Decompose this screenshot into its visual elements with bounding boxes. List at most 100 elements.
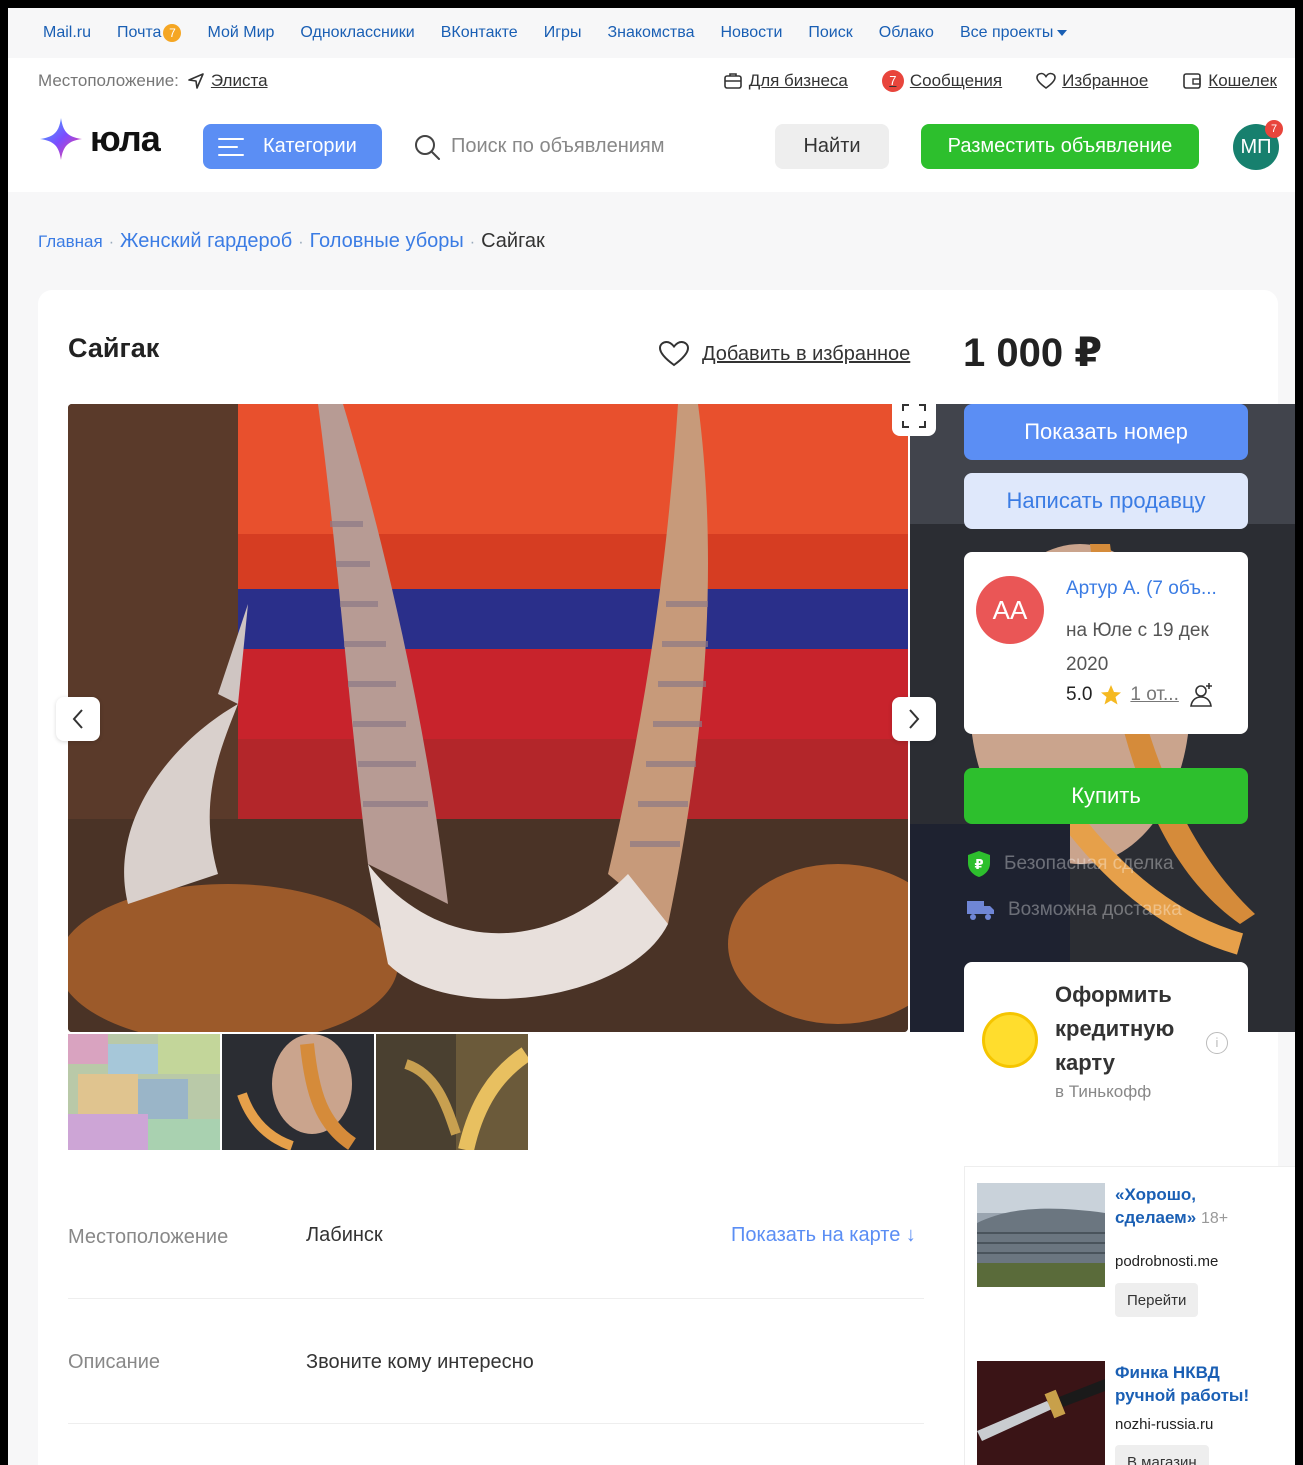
ad-title-text: «Хорошо, сделаем»: [1115, 1185, 1197, 1227]
location-row-label: Местоположение: [68, 1226, 229, 1248]
heart-icon: [1036, 72, 1056, 89]
ad-go-button[interactable]: Перейти: [1115, 1283, 1199, 1317]
location-city[interactable]: Элиста: [211, 71, 268, 91]
prev-photo-button[interactable]: [56, 697, 100, 741]
delivery-feature: Возможна доставка: [966, 898, 1182, 922]
portal-link-news[interactable]: Новости: [720, 24, 782, 42]
breadcrumb-home[interactable]: Главная: [38, 232, 103, 252]
building-photo: [977, 1183, 1105, 1287]
portal-link-cloud[interactable]: Облако: [879, 24, 934, 42]
ad-image: [977, 1361, 1105, 1465]
find-button[interactable]: Найти: [775, 124, 889, 169]
location-label: Местоположение:: [38, 71, 179, 90]
user-avatar[interactable]: МП 7: [1233, 120, 1283, 170]
divider: [68, 1423, 924, 1424]
credit-card-offer[interactable]: Оформить кредитную карту в Тинькофф i: [964, 962, 1248, 1122]
search-icon: [415, 134, 440, 160]
breadcrumb-current: Сайгак: [481, 230, 545, 252]
search-input[interactable]: Поиск по объявлениям: [413, 124, 768, 169]
seller-name[interactable]: Артур А. (7 объ...: [1066, 578, 1217, 600]
ad-image: [977, 1183, 1105, 1287]
thumbnail-image: [68, 1034, 220, 1150]
age-rating: 18+: [1200, 1210, 1229, 1227]
portal-link-dating[interactable]: Знакомства: [607, 24, 694, 42]
favorites-link[interactable]: Избранное: [1036, 71, 1148, 91]
top-links: Для бизнеса 7 Сообщения Избранное Кошеле…: [723, 68, 1277, 94]
business-link[interactable]: Для бизнеса: [723, 71, 848, 91]
next-photo-button[interactable]: [892, 697, 936, 741]
description-row-value: Звоните кому интересно: [306, 1351, 534, 1373]
portal-link-ok[interactable]: Одноклассники: [300, 24, 414, 42]
breadcrumb-separator: ·: [298, 234, 304, 251]
thumbnail[interactable]: [68, 1034, 220, 1150]
show-number-button[interactable]: Показать номер: [964, 404, 1248, 460]
portal-link-moimir[interactable]: Мой Мир: [207, 24, 274, 42]
search-placeholder: Поиск по объявлениям: [451, 135, 665, 157]
wallet-icon: [1183, 73, 1202, 89]
ads-block: «Хорошо, сделаем» 18+ podrobnosti.me Пер…: [964, 1166, 1295, 1465]
portal-link-label: Все проекты: [959, 24, 1054, 41]
thumbnail-image: [376, 1034, 528, 1150]
wallet-link[interactable]: Кошелек: [1182, 71, 1277, 91]
listing-title: Сайгак: [68, 333, 160, 363]
thumbnail[interactable]: [222, 1034, 374, 1150]
portal-link-vk[interactable]: ВКонтакте: [441, 24, 518, 42]
portal-link-all-projects[interactable]: Все проекты: [959, 24, 1068, 42]
seller-card[interactable]: АА Артур А. (7 объ... на Юле с 19 дек 20…: [964, 552, 1248, 734]
chevron-left-icon: [72, 709, 83, 729]
thumbnail-image: [222, 1034, 374, 1150]
svg-text:₽: ₽: [974, 858, 983, 873]
seller-rating: 5.0 1 от...: [1066, 680, 1217, 710]
breadcrumb-womens-wardrobe[interactable]: Женский гардероб: [120, 230, 292, 253]
show-on-map-link[interactable]: Показать на карте ↓: [731, 1224, 916, 1247]
categories-label: Категории: [263, 135, 357, 157]
saiga-horns-photo: [68, 404, 908, 1032]
safe-deal-feature: ₽ Безопасная сделка: [966, 850, 1174, 878]
ad-item[interactable]: Финка НКВД ручной работы! nozhi-russia.r…: [977, 1361, 1295, 1465]
avatar-initials: МП: [1240, 135, 1272, 158]
thumbnail[interactable]: [376, 1034, 528, 1150]
briefcase-icon: [723, 73, 742, 89]
messages-badge: 7: [881, 70, 904, 92]
write-seller-button[interactable]: Написать продавцу: [964, 473, 1248, 529]
ad-go-button[interactable]: В магазин: [1115, 1445, 1209, 1465]
reviews-link[interactable]: 1 от...: [1130, 684, 1178, 706]
ad-domain: nozhi-russia.ru: [1115, 1416, 1214, 1433]
ad-domain: podrobnosti.me: [1115, 1253, 1219, 1270]
breadcrumb-headwear[interactable]: Головные уборы: [310, 230, 464, 253]
seller-since: на Юле с 19 дек 2020: [1066, 620, 1209, 675]
navigation-arrow-icon: [188, 73, 204, 89]
page-frame: Mail.ru Почта 7 Мой Мир Одноклассники ВКо…: [8, 8, 1295, 1465]
portal-link-search[interactable]: Поиск: [808, 24, 852, 42]
knife-photo: [977, 1361, 1105, 1465]
fullscreen-button[interactable]: [892, 396, 936, 436]
heart-icon: [658, 340, 690, 367]
location-row-value: Лабинск: [306, 1224, 383, 1246]
divider: [68, 1298, 924, 1299]
portal-link-games[interactable]: Игры: [544, 24, 582, 42]
site-logo[interactable]: юла: [38, 116, 161, 162]
info-icon[interactable]: i: [1206, 1032, 1228, 1054]
rating-value: 5.0: [1066, 684, 1093, 705]
portal-bar: Mail.ru Почта 7 Мой Мир Одноклассники ВКо…: [8, 8, 1295, 58]
portal-link-mail[interactable]: Почта 7: [117, 24, 182, 42]
safe-deal-label: Безопасная сделка: [1004, 853, 1174, 874]
main-photo[interactable]: [68, 404, 908, 1032]
add-favorite-label: Добавить в избранное: [702, 342, 911, 365]
credit-subtitle: в Тинькофф: [1055, 1082, 1152, 1101]
seller-avatar: АА: [976, 576, 1044, 644]
tinkoff-logo-icon: [982, 1012, 1038, 1068]
post-ad-button[interactable]: Разместить объявление: [921, 124, 1199, 169]
mail-badge: 7: [163, 24, 182, 42]
ad-item[interactable]: «Хорошо, сделаем» 18+ podrobnosti.me Пер…: [977, 1183, 1295, 1333]
portal-link-label: Почта: [117, 24, 162, 41]
delivery-label: Возможна доставка: [1008, 899, 1182, 920]
categories-button[interactable]: Категории: [203, 124, 382, 169]
portal-link-mailru[interactable]: Mail.ru: [43, 24, 91, 42]
messages-link[interactable]: 7 Сообщения: [881, 70, 1003, 92]
add-favorite-button[interactable]: Добавить в избранное: [658, 340, 910, 368]
location-selector[interactable]: Местоположение: Элиста: [38, 68, 268, 94]
messages-label: Сообщения: [909, 71, 1003, 90]
subscribe-user-icon[interactable]: [1187, 680, 1217, 710]
buy-button[interactable]: Купить: [964, 768, 1248, 824]
